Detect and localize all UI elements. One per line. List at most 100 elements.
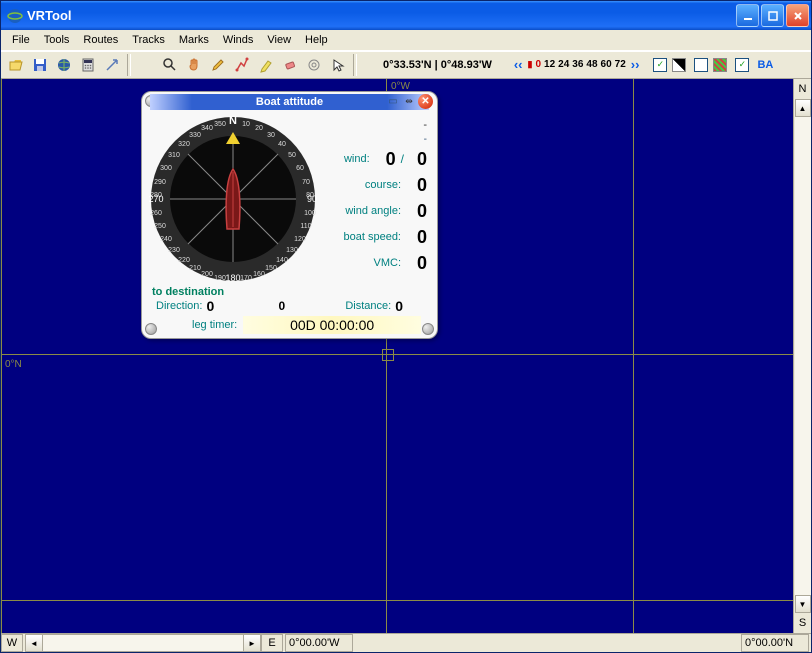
svg-text:350: 350 [214,121,226,128]
svg-text:220: 220 [178,257,190,264]
status-lon: 0°00.00'W [285,634,353,652]
pencil-icon[interactable] [207,54,229,76]
svg-text:140: 140 [276,257,288,264]
check-1[interactable]: ✓ [653,58,667,72]
hand-icon[interactable] [183,54,205,76]
svg-text:330: 330 [189,132,201,139]
pointer-icon[interactable] [327,54,349,76]
svg-text:40: 40 [278,141,286,148]
swatch-1[interactable] [672,58,686,72]
vertical-scrollbar[interactable]: ▲ ▼ [795,99,811,613]
svg-text:170: 170 [240,275,252,282]
distance-value: 0 [395,298,403,314]
wind-sep: / [396,152,409,166]
hscroll-track[interactable] [43,634,243,652]
menu-help[interactable]: Help [298,32,335,48]
time-24[interactable]: 24 [558,59,569,70]
time-36[interactable]: 36 [572,59,583,70]
menu-bar: File Tools Routes Tracks Marks Winds Vie… [1,30,811,51]
boat-attitude-panel[interactable]: Boat attitude ▭ ⇹ ✕ [141,91,438,339]
menu-tracks[interactable]: Tracks [125,32,172,48]
svg-text:120: 120 [294,236,306,243]
eraser-icon[interactable] [279,54,301,76]
route-icon[interactable] [231,54,253,76]
svg-text:270: 270 [148,194,163,204]
window-title: VRTool [27,8,736,23]
svg-text:150: 150 [265,265,277,272]
svg-text:340: 340 [201,125,213,132]
calculator-icon[interactable] [77,54,99,76]
vertical-scroll-area: N ▲ ▼ S [793,79,811,633]
menu-winds[interactable]: Winds [216,32,261,48]
map-center-marker [382,349,394,361]
destination-heading: to destination [142,286,437,298]
menu-view[interactable]: View [260,32,298,48]
vmc-label: VMC: [318,257,409,269]
check-3[interactable]: ✓ [735,58,749,72]
scroll-right-icon[interactable]: ► [243,634,261,652]
compass-gauge: N 10350 20340 30330 40320 50310 60300 70… [148,114,318,284]
time-next-icon[interactable]: ›› [629,57,642,72]
globe-icon[interactable] [53,54,75,76]
time-48[interactable]: 48 [586,59,597,70]
highlighter-icon[interactable] [255,54,277,76]
direction-value: 0 [206,298,214,314]
time-marker-icon[interactable]: ▮ [528,59,533,70]
svg-text:320: 320 [178,141,190,148]
menu-marks[interactable]: Marks [172,32,216,48]
scroll-down-icon[interactable]: ▼ [795,595,811,613]
app-icon [7,8,23,24]
target-icon[interactable] [303,54,325,76]
open-icon[interactable] [5,54,27,76]
toolbar: 0°33.53'N | 0°48.93'W ‹‹ ▮ 0 12 24 36 48… [1,51,811,79]
svg-text:230: 230 [168,247,180,254]
close-button[interactable] [786,4,809,27]
time-prev-icon[interactable]: ‹‹ [512,57,525,72]
horizontal-scrollbar[interactable]: ◄ ► [25,634,261,652]
windangle-label: wind angle: [318,205,409,217]
maximize-button[interactable] [761,4,784,27]
check-2[interactable] [694,58,708,72]
time-60[interactable]: 60 [601,59,612,70]
time-12[interactable]: 12 [544,59,555,70]
svg-text:50: 50 [288,152,296,159]
time-0[interactable]: 0 [535,59,541,70]
panel-link-icon[interactable]: ⇹ [402,95,416,109]
scroll-left-icon[interactable]: ◄ [25,634,43,652]
svg-text:100: 100 [304,210,316,217]
scroll-up-icon[interactable]: ▲ [795,99,811,117]
app-window: VRTool File Tools Routes Tracks Marks Wi… [0,0,812,653]
panel-close-icon[interactable]: ✕ [418,94,433,109]
wind-label: wind: [318,153,378,165]
zoom-icon[interactable] [159,54,181,76]
west-label: W [1,634,23,652]
svg-text:N: N [229,115,237,127]
direction-label: Direction: [156,300,202,312]
menu-routes[interactable]: Routes [76,32,125,48]
leg-timer-label: leg timer: [152,319,237,331]
sail-dash-2: - [424,134,427,145]
status-lat: 0°00.00'N [741,634,809,652]
course-value: 0 [409,175,427,196]
titlebar[interactable]: VRTool [1,1,811,30]
time-72[interactable]: 72 [615,59,626,70]
svg-text:20: 20 [255,125,263,132]
panel-layout-icon[interactable]: ▭ [386,95,400,109]
svg-text:290: 290 [154,179,166,186]
wind-arrow-icon[interactable] [101,54,123,76]
menu-tools[interactable]: Tools [37,32,77,48]
ba-label[interactable]: BA [757,59,773,71]
north-label: N [799,79,807,99]
map-canvas[interactable]: 0°W 0°N Boat attitude ▭ ⇹ ✕ [1,79,793,633]
readouts: - - wind: 0 / 0 course:0 wind angle:0 bo… [318,114,431,284]
svg-text:190: 190 [214,275,226,282]
course-label: course: [318,179,409,191]
wind-speed-value: 0 [409,149,427,170]
minimize-button[interactable] [736,4,759,27]
main-area: 0°W 0°N Boat attitude ▭ ⇹ ✕ [1,79,811,633]
swatch-2[interactable] [713,58,727,72]
save-icon[interactable] [29,54,51,76]
menu-file[interactable]: File [5,32,37,48]
svg-text:300: 300 [160,165,172,172]
vscroll-track[interactable] [795,117,811,595]
